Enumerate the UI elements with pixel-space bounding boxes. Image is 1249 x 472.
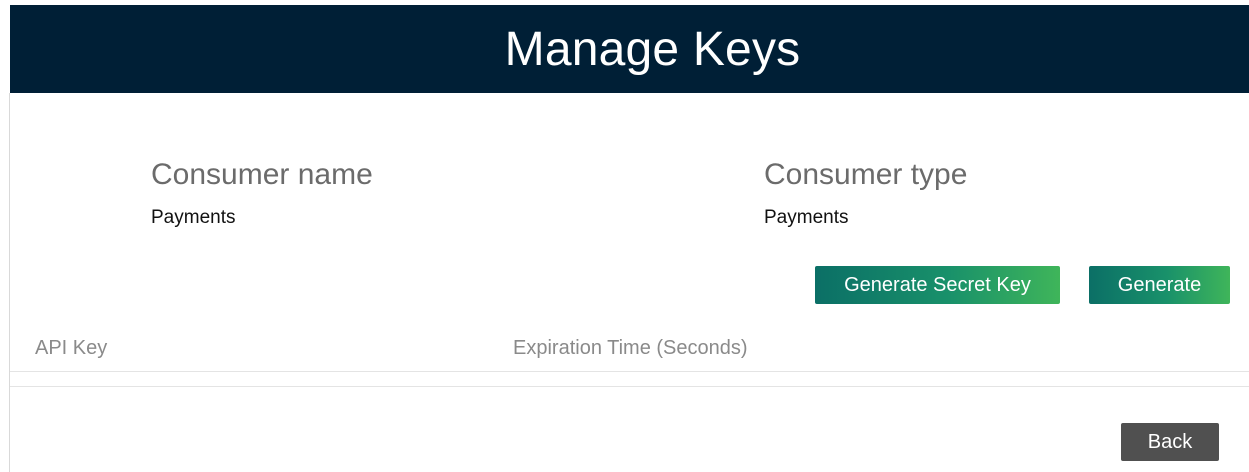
- generate-secret-key-button[interactable]: Generate Secret Key: [815, 266, 1060, 304]
- column-header-api-key: API Key: [35, 337, 108, 359]
- page-header: Manage Keys: [10, 5, 1249, 93]
- column-header-expiration-time: Expiration Time (Seconds): [513, 337, 748, 359]
- consumer-name-value: Payments: [151, 207, 236, 228]
- manage-keys-page: Manage Keys Consumer name Payments Consu…: [0, 0, 1249, 472]
- table-header-divider: [10, 371, 1249, 372]
- consumer-type-value: Payments: [764, 207, 849, 228]
- consumer-type-label: Consumer type: [764, 158, 968, 191]
- consumer-name-label: Consumer name: [151, 158, 373, 191]
- page-title: Manage Keys: [504, 22, 801, 76]
- content-left-border: [9, 93, 10, 472]
- generate-button[interactable]: Generate: [1089, 266, 1230, 304]
- back-button[interactable]: Back: [1121, 423, 1219, 461]
- table-bottom-divider: [10, 386, 1249, 387]
